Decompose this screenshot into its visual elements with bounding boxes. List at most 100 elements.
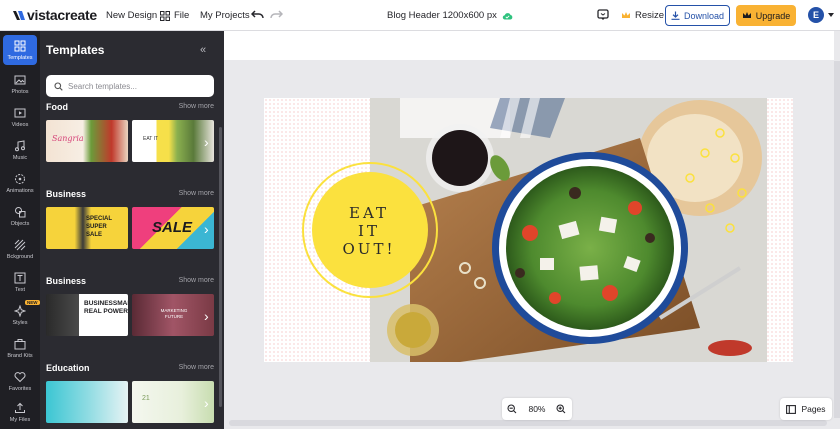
- show-more-link[interactable]: Show more: [179, 364, 214, 371]
- rail-label: Favorites: [8, 385, 32, 392]
- upgrade-label: Upgrade: [755, 10, 791, 21]
- template-thumbnail[interactable]: EAT IT: [132, 120, 214, 162]
- rail-label: Text: [14, 286, 26, 293]
- rail-item-brand-kits[interactable]: Brand Kits: [3, 333, 37, 363]
- headline-line: EAT: [349, 204, 389, 222]
- undo-icon[interactable]: [251, 10, 264, 20]
- avatar[interactable]: E: [808, 7, 824, 23]
- logo[interactable]: vistacreate: [12, 7, 97, 23]
- zoom-level: 80%: [528, 404, 546, 414]
- rail-label: Music: [12, 154, 28, 161]
- rail-item-my-files[interactable]: My Files: [3, 397, 37, 427]
- redo-icon[interactable]: [270, 10, 283, 20]
- templates-icon: [14, 40, 26, 51]
- template-thumbnail[interactable]: [46, 381, 128, 423]
- resize-label: Resize: [635, 10, 665, 21]
- workspace: EAT IT OUT! 80% Pages: [224, 31, 840, 429]
- rail-label: Brand Kits: [7, 352, 33, 359]
- chevron-right-icon[interactable]: ›: [204, 308, 209, 324]
- download-button[interactable]: Download: [665, 5, 730, 26]
- show-more-link[interactable]: Show more: [179, 190, 214, 197]
- chevron-right-icon[interactable]: ›: [204, 221, 209, 237]
- rail-label: Templates: [7, 54, 33, 61]
- headline-line: OUT!: [342, 240, 396, 258]
- rail-item-objects[interactable]: Objects: [3, 201, 37, 231]
- pages-button[interactable]: Pages: [780, 398, 832, 420]
- comment-icon[interactable]: [597, 9, 609, 21]
- rail-item-favorites[interactable]: Favorites: [3, 366, 37, 396]
- left-rail: Templates Photos Videos Music Animations…: [0, 31, 40, 429]
- rail-item-background[interactable]: Bckground: [3, 234, 37, 264]
- template-thumbnail[interactable]: BUSINESSMAN REAL POWER: [46, 294, 128, 336]
- my-projects-link[interactable]: My Projects: [200, 10, 250, 21]
- rail-item-templates[interactable]: Templates: [3, 35, 37, 65]
- headline-text[interactable]: EAT IT OUT!: [314, 204, 424, 258]
- styles-icon: [14, 304, 26, 317]
- rail-label: Styles: [12, 319, 28, 326]
- new-design-label: New Design: [106, 10, 158, 21]
- collapse-panel-icon[interactable]: «: [200, 44, 206, 56]
- download-label: Download: [683, 10, 725, 21]
- template-thumbnail[interactable]: MARKETING FUTURE: [132, 294, 214, 336]
- document-title[interactable]: Blog Header 1200x600 px: [387, 10, 513, 21]
- show-more-link[interactable]: Show more: [179, 277, 214, 284]
- thumbnail-text: EAT IT: [143, 136, 159, 142]
- top-bar: vistacreate New Design File My Projects …: [0, 0, 840, 31]
- horizontal-scrollbar[interactable]: [229, 420, 827, 426]
- pages-icon: [786, 404, 797, 414]
- template-thumbnail[interactable]: Sangria: [46, 120, 128, 162]
- templates-panel: Templates « Food Show more Sangria EAT I…: [40, 31, 224, 429]
- rail-label: Photos: [11, 88, 29, 95]
- headline-line: IT: [358, 222, 380, 240]
- rail-item-text[interactable]: Text: [3, 267, 37, 297]
- search-box[interactable]: [46, 75, 214, 97]
- brand-kits-icon: [14, 338, 26, 349]
- panel-scrollbar[interactable]: [219, 127, 222, 407]
- template-thumbnail[interactable]: SALE: [132, 207, 214, 249]
- search-input[interactable]: [68, 81, 208, 91]
- pages-label: Pages: [801, 404, 826, 414]
- workspace-toolbar: [224, 31, 834, 60]
- category-title: Business: [46, 276, 87, 286]
- zoom-out-icon[interactable]: [507, 404, 517, 414]
- background-icon: [14, 239, 26, 250]
- upgrade-button[interactable]: Upgrade: [736, 5, 796, 26]
- music-icon: [15, 139, 25, 151]
- file-menu[interactable]: File: [160, 10, 189, 21]
- rail-item-styles[interactable]: NEW Styles: [3, 300, 40, 330]
- avatar-initial: E: [812, 10, 819, 20]
- videos-icon: [14, 108, 26, 117]
- thumbnail-text: SPECIAL SUPER SALE: [86, 216, 112, 238]
- new-design-button[interactable]: New Design: [106, 10, 157, 21]
- show-more-link[interactable]: Show more: [179, 103, 214, 110]
- design-canvas[interactable]: EAT IT OUT!: [264, 98, 793, 362]
- rail-label: Animations: [6, 187, 34, 194]
- rail-label: Objects: [10, 220, 30, 227]
- rail-item-photos[interactable]: Photos: [3, 69, 37, 99]
- template-thumbnail[interactable]: 21: [132, 381, 214, 423]
- zoom-in-icon[interactable]: [556, 404, 566, 414]
- resize-button[interactable]: Resize: [621, 10, 664, 21]
- panel-title: Templates: [46, 43, 105, 57]
- rail-item-animations[interactable]: Animations: [3, 168, 37, 198]
- my-files-icon: [15, 402, 25, 413]
- chevron-right-icon[interactable]: ›: [204, 395, 209, 411]
- rail-label: My Files: [9, 416, 31, 423]
- chevron-down-icon[interactable]: [828, 13, 834, 17]
- rail-item-music[interactable]: Music: [3, 135, 37, 165]
- template-thumbnail[interactable]: SPECIAL SUPER SALE: [46, 207, 128, 249]
- file-label: File: [174, 10, 190, 21]
- chevron-right-icon[interactable]: ›: [204, 134, 209, 150]
- zoom-control: 80%: [502, 398, 572, 420]
- objects-icon: [15, 206, 26, 217]
- logo-text: vistacreate: [27, 7, 97, 23]
- download-icon: [671, 11, 680, 20]
- rail-item-videos[interactable]: Videos: [3, 102, 37, 132]
- animations-icon: [15, 173, 25, 184]
- search-icon: [54, 81, 63, 91]
- photos-icon: [14, 75, 26, 84]
- thumbnail-text: 21: [142, 395, 150, 402]
- vertical-scrollbar[interactable]: [834, 61, 840, 418]
- crown-icon: [622, 12, 630, 18]
- thumbnail-text: BUSINESSMAN REAL POWER: [84, 300, 128, 315]
